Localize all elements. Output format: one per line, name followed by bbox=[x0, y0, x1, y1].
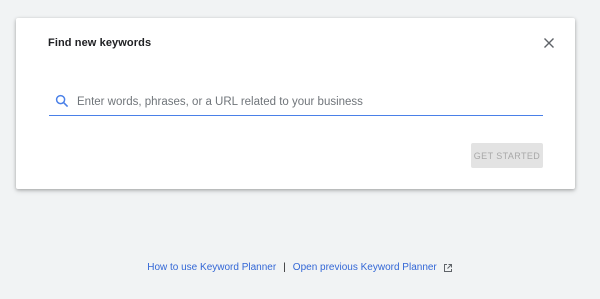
open-previous-planner-link[interactable]: Open previous Keyword Planner bbox=[293, 262, 437, 273]
keyword-planner-page: Find new keywords GET STARTED How to use… bbox=[0, 0, 600, 299]
close-icon bbox=[544, 38, 554, 48]
link-separator: | bbox=[283, 262, 286, 273]
get-started-button[interactable]: GET STARTED bbox=[471, 143, 543, 168]
search-icon bbox=[55, 94, 69, 108]
close-button[interactable] bbox=[541, 35, 557, 51]
card-title: Find new keywords bbox=[48, 37, 152, 49]
search-field[interactable] bbox=[49, 91, 543, 116]
external-link-icon[interactable] bbox=[443, 263, 453, 273]
search-input[interactable] bbox=[77, 91, 537, 113]
find-keywords-card: Find new keywords GET STARTED bbox=[16, 18, 575, 189]
how-to-use-link[interactable]: How to use Keyword Planner bbox=[147, 262, 276, 273]
footer-links: How to use Keyword Planner | Open previo… bbox=[0, 262, 600, 273]
